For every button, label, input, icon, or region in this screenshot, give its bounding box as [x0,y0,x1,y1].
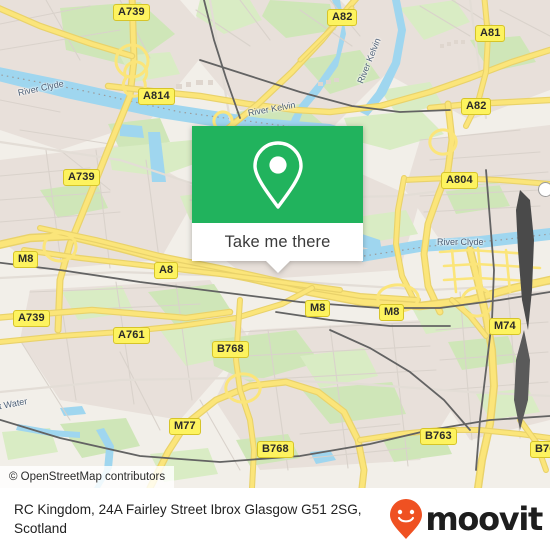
moovit-wordmark: moovit [425,500,543,538]
water-label: River Clyde [437,237,484,247]
road-shield: B768 [257,441,294,458]
map-share-card: .land { fill:#f2efe9; } .resid { fill:#e… [0,0,550,550]
road-shield: M8 [13,251,39,268]
road-shield: A739 [13,310,50,327]
road-shield: A8 [154,262,179,279]
callout-tail [265,261,290,273]
map-pin-icon [252,140,303,209]
road-shield: A761 [113,327,150,344]
road-shield: M77 [169,418,201,435]
road-shield: B763 [420,428,457,445]
location-callout[interactable]: Take me there [192,126,363,273]
road-shield: B768 [212,341,249,358]
moovit-smiley-pin-icon [390,499,423,539]
road-shield: M74 [489,318,521,335]
address-text: RC Kingdom, 24A Fairley Street Ibrox Gla… [14,502,362,536]
map-attribution[interactable]: © OpenStreetMap contributors [0,466,175,488]
road-shield: A739 [113,4,150,21]
map-poi-circle[interactable] [538,182,550,197]
footer-bar: RC Kingdom, 24A Fairley Street Ibrox Gla… [0,488,550,550]
moovit-logo[interactable]: moovit [389,498,543,540]
road-shield: A814 [138,88,175,105]
road-shield: A804 [441,172,478,189]
road-shield: B768 [530,441,550,458]
road-shield: A739 [63,169,100,186]
road-shield: M8 [379,304,405,321]
road-shield: A82 [327,9,358,26]
road-shield: A82 [461,98,492,115]
attribution-text: © OpenStreetMap contributors [9,471,166,483]
take-me-there-label: Take me there [224,232,331,251]
map-canvas[interactable]: .land { fill:#f2efe9; } .resid { fill:#e… [0,0,550,488]
road-shield: A81 [475,25,506,42]
road-shield: M8 [305,300,331,317]
take-me-there-button[interactable]: Take me there [192,223,363,261]
callout-icon-panel [192,126,363,223]
